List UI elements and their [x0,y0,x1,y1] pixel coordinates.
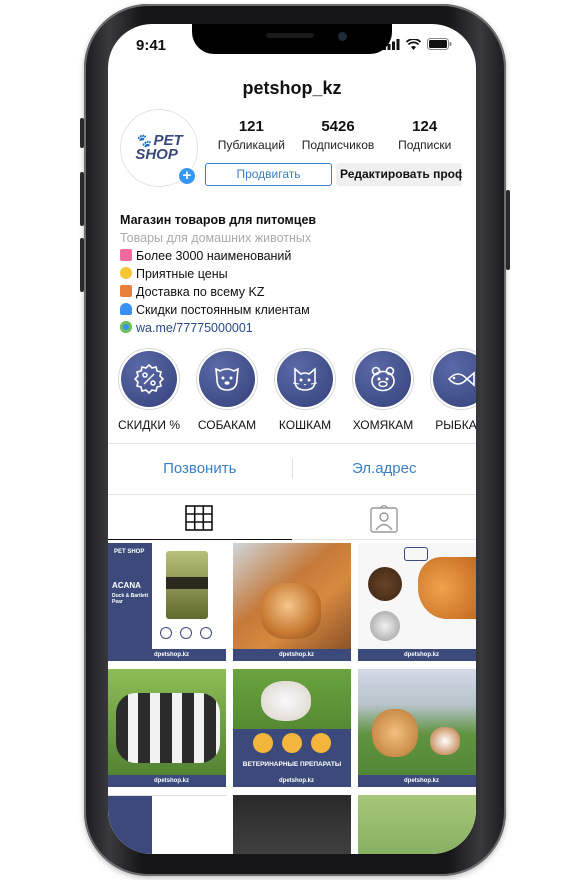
tagged-person-icon[interactable] [370,505,398,533]
highlight-discounts[interactable]: СКИДКИ % [110,348,188,432]
wifi-icon [406,38,421,50]
bio-line: Скидки постоянным клиентам [120,301,316,319]
thumbs-up-icon [120,267,132,279]
post-thumbnail[interactable] [358,795,476,854]
post-thumbnail[interactable]: dpetshop.kz [108,669,226,787]
petshop-logo: 🐾 PET SHOP [135,132,183,163]
power-button [506,190,510,270]
post-thumbnail[interactable]: PET SHOP ACANA Duck & Bartlett Pear dpet… [108,543,226,661]
notch [192,24,392,54]
bio-name: Магазин товаров для питомцев [120,213,317,227]
edit-profile-button[interactable]: Редактировать проф [336,163,462,186]
highlight-fish[interactable]: РЫБКАМ [422,348,476,432]
bio-category: Товары для домашних животных [120,231,312,245]
profile-bio: Магазин товаров для питомцев Товары для … [120,211,316,337]
screen: 9:41 petshop_kz 🐾 PET SHOP + 121 Публикаци… [108,24,476,854]
mute-switch [80,118,84,148]
post-thumbnail[interactable]: dpetshop.kz [358,543,476,661]
discount-badge-icon [133,363,165,395]
hamster-icon [371,366,395,392]
fish-icon [447,371,475,387]
post-thumbnail[interactable]: dpetshop.kz [358,669,476,787]
active-tab-indicator [108,539,292,540]
bio-line: Доставка по всему KZ [120,283,316,301]
divider [108,443,476,444]
grid-icon[interactable] [185,505,213,531]
stat-following[interactable]: 124 Подписки [381,118,468,152]
add-story-plus-icon[interactable]: + [177,166,197,186]
profile-username: petshop_kz [242,78,342,98]
story-highlights: СКИДКИ % СОБАКАМ КОШКАМ ХОМЯКАМ РЫБКАМ [108,348,476,438]
post-thumbnail[interactable]: dpetshop.kz [233,543,351,661]
highlight-cats[interactable]: КОШКАМ [266,348,344,432]
stat-followers[interactable]: 5426 Подписчиков [295,118,382,152]
bio-line: Приятные цены [120,265,316,283]
post-thumbnail[interactable]: ВЕТЕРИНАРНЫЕ ПРЕПАРАТЫ dpetshop.kz [233,669,351,787]
blue-heart-icon [120,303,132,315]
cat-icon [292,367,318,391]
highlight-hamsters[interactable]: ХОМЯКАМ [344,348,422,432]
dog-icon [215,367,239,391]
call-button[interactable]: Позвонить [108,454,292,494]
post-thumbnail[interactable] [108,795,226,854]
email-button[interactable]: Эл.адрес [293,454,477,494]
promote-button[interactable]: Продвигать [205,163,332,186]
globe-icon [120,321,132,333]
post-thumbnail[interactable] [233,795,351,854]
profile-tabs [108,494,476,540]
shopping-bag-icon [120,249,132,261]
bio-line: wa.me/77775000001 [120,319,316,337]
delivery-truck-icon [120,285,132,297]
contact-bar: Позвонить Эл.адрес [108,454,476,494]
volume-up-button [80,172,84,226]
bio-link[interactable]: wa.me/77775000001 [136,321,253,335]
profile-stats: 121 Публикаций 5426 Подписчиков 124 Подписк… [208,118,468,152]
battery-icon [427,38,452,50]
status-icons [383,38,452,50]
status-time: 9:41 [136,37,167,54]
volume-down-button [80,238,84,292]
highlight-dogs[interactable]: СОБАКАМ [188,348,266,432]
bio-line: Более 3000 наименований [120,247,316,265]
stat-posts[interactable]: 121 Публикаций [208,118,295,152]
